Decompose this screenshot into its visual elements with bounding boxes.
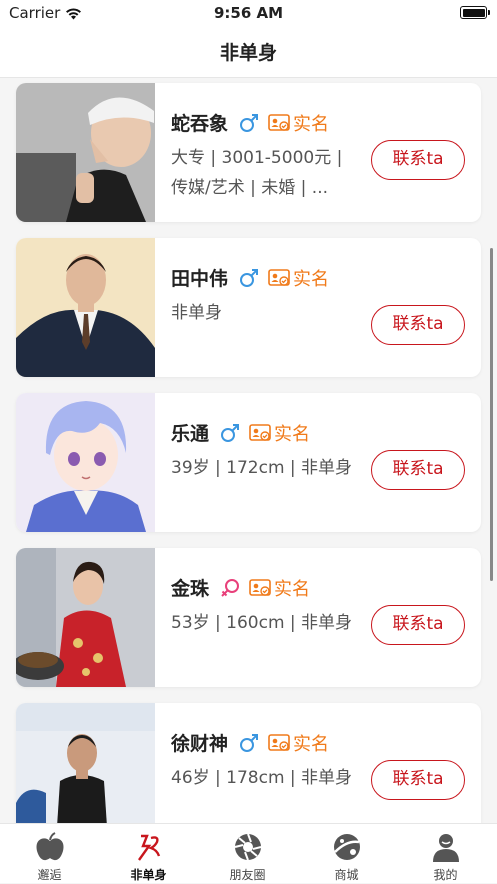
user-photo[interactable] xyxy=(16,548,155,687)
user-photo[interactable] xyxy=(16,703,155,823)
name-row: 徐财神 实名 xyxy=(171,729,329,756)
tab-label: 非单身 xyxy=(130,868,167,882)
tab-encounter[interactable]: 邂逅 xyxy=(0,824,99,884)
contact-button[interactable]: 联系ta xyxy=(371,605,465,645)
verified-label: 实名 xyxy=(274,423,311,445)
verified-label: 实名 xyxy=(293,733,330,755)
user-info: 53岁 | 160cm | 非单身 xyxy=(171,613,353,633)
user-photo[interactable] xyxy=(16,238,155,377)
verified-label: 实名 xyxy=(293,268,330,290)
contact-button[interactable]: 联系ta xyxy=(371,760,465,800)
tab-label: 朋友圈 xyxy=(229,868,266,882)
aperture-icon xyxy=(234,833,262,861)
person-icon xyxy=(433,834,459,862)
id-card-icon xyxy=(268,733,290,751)
tab-label: 我的 xyxy=(433,868,458,882)
tab-moments[interactable]: 朋友圈 xyxy=(198,824,297,884)
user-card[interactable]: 蛇吞象 实名 大专 | 3001-5000元 | 传媒/艺术 | 未婚 | ..… xyxy=(16,83,481,222)
apple-icon xyxy=(36,832,64,861)
user-info: 46岁 | 178cm | 非单身 xyxy=(171,768,353,788)
verified-badge: 实名 xyxy=(268,110,329,136)
name-row: 金珠 实名 xyxy=(171,574,310,601)
id-card-icon xyxy=(249,423,271,441)
tab-label: 商城 xyxy=(334,868,359,882)
verified-badge: 实名 xyxy=(249,575,310,601)
user-name: 乐通 xyxy=(171,423,210,445)
verified-badge: 实名 xyxy=(268,265,329,291)
id-card-icon xyxy=(249,578,271,596)
planet-icon xyxy=(334,834,360,860)
verified-label: 实名 xyxy=(293,113,330,135)
user-info: 39岁 | 172cm | 非单身 xyxy=(171,458,353,478)
tab-non-single[interactable]: 非单身 xyxy=(99,824,198,884)
name-row: 蛇吞象 实名 xyxy=(171,109,329,136)
name-row: 田中伟 实名 xyxy=(171,264,329,291)
user-photo[interactable] xyxy=(16,83,155,222)
female-icon xyxy=(221,578,240,597)
user-name: 田中伟 xyxy=(171,268,229,290)
non-single-icon xyxy=(138,834,161,861)
user-name: 金珠 xyxy=(171,578,210,600)
male-icon xyxy=(240,268,259,287)
user-name: 蛇吞象 xyxy=(171,113,229,135)
user-photo[interactable] xyxy=(16,393,155,532)
user-card[interactable]: 徐财神 实名 46岁 | 178cm | 非单身 联系ta xyxy=(16,703,481,823)
tab-mall[interactable]: 商城 xyxy=(297,824,396,884)
user-card[interactable]: 金珠 实名 53岁 | 160cm | 非单身 联系ta xyxy=(16,548,481,687)
verified-badge: 实名 xyxy=(249,420,310,446)
user-info: 非单身 xyxy=(171,303,222,323)
battery-icon xyxy=(460,6,490,19)
male-icon xyxy=(240,113,259,132)
male-icon xyxy=(240,733,259,752)
user-info: 大专 | 3001-5000元 | 传媒/艺术 | 未婚 | ... xyxy=(171,148,343,198)
id-card-icon xyxy=(268,268,290,286)
contact-button[interactable]: 联系ta xyxy=(371,450,465,490)
tab-label: 邂逅 xyxy=(37,868,62,882)
tab-bar: 邂逅 非单身 朋友圈 商城 我的 xyxy=(0,823,497,883)
user-card[interactable]: 乐通 实名 39岁 | 172cm | 非单身 联系ta xyxy=(16,393,481,532)
user-list[interactable]: 蛇吞象 实名 大专 | 3001-5000元 | 传媒/艺术 | 未婚 | ..… xyxy=(0,78,497,823)
id-card-icon xyxy=(268,113,290,131)
contact-button[interactable]: 联系ta xyxy=(371,305,465,345)
verified-badge: 实名 xyxy=(268,730,329,756)
name-row: 乐通 实名 xyxy=(171,419,310,446)
page-title: 非单身 xyxy=(219,42,277,64)
scrollbar[interactable] xyxy=(490,248,493,581)
tab-mine[interactable]: 我的 xyxy=(396,824,495,884)
user-card[interactable]: 田中伟 实名 非单身 联系ta xyxy=(16,238,481,377)
nav-bar: 非单身 xyxy=(0,26,497,78)
verified-label: 实名 xyxy=(274,578,311,600)
clock: 9:56 AM xyxy=(213,4,284,22)
male-icon xyxy=(221,423,240,442)
user-name: 徐财神 xyxy=(171,733,229,755)
status-bar: Carrier 9:56 AM xyxy=(0,0,497,26)
contact-button[interactable]: 联系ta xyxy=(371,140,465,180)
